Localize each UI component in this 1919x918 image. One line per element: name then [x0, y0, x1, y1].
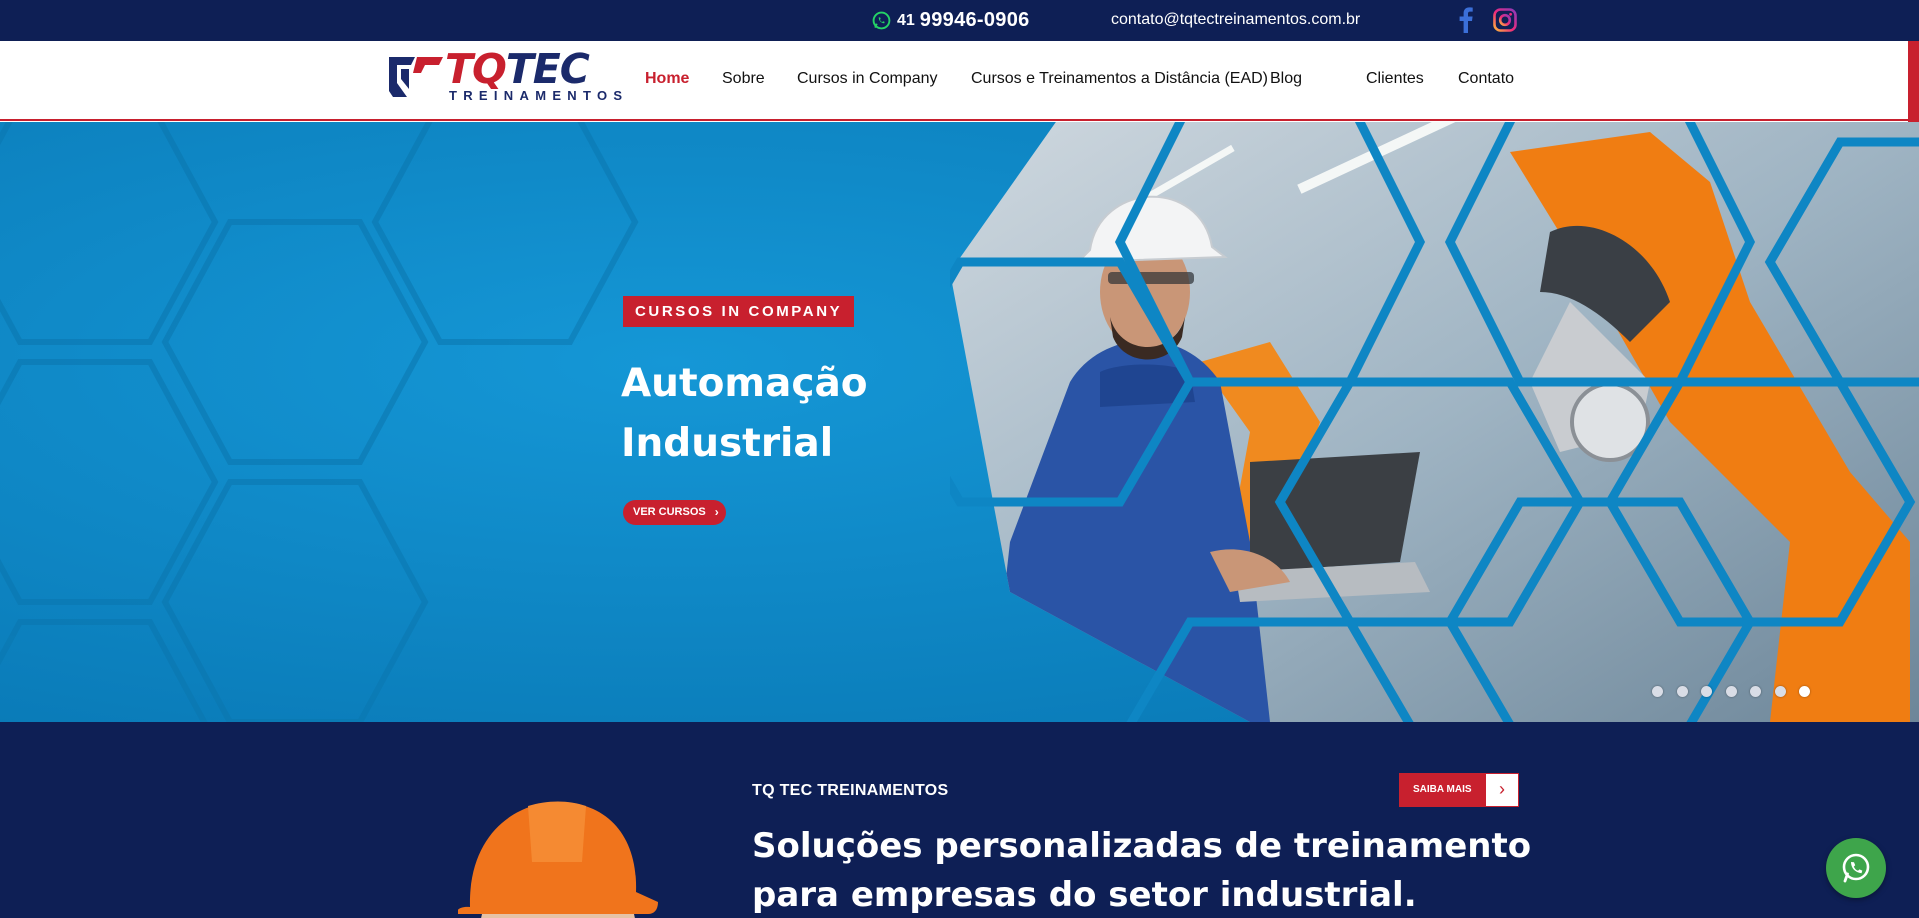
industrial-hero-image [950, 122, 1919, 722]
logo-wordmark: TQTEC [445, 45, 590, 93]
phone-link[interactable]: 41 99946-0906 [872, 9, 1030, 32]
about-headline: Soluções personalizadas de treinamento p… [752, 822, 1552, 918]
brand-logo[interactable]: TQTEC TREINAMENTOS [387, 45, 622, 105]
main-header: TQTEC TREINAMENTOS Home Sobre Cursos in … [0, 41, 1919, 121]
logo-subtitle: TREINAMENTOS [449, 88, 629, 103]
saiba-mais-label: SAIBA MAIS [1413, 784, 1472, 795]
nav-item-cursos-in-company[interactable]: Cursos in Company [797, 70, 938, 88]
ver-cursos-button[interactable]: VER CURSOS › [623, 500, 726, 525]
nav-item-contato[interactable]: Contato [1458, 70, 1514, 88]
chevron-right-icon: › [1486, 774, 1518, 806]
slider-dot[interactable] [1676, 686, 1688, 697]
nav-item-blog[interactable]: Blog [1270, 70, 1302, 88]
about-headline-line-2: para empresas do setor industrial. [752, 875, 1417, 915]
slider-dot-active[interactable] [1799, 686, 1810, 697]
ver-cursos-label: VER CURSOS [633, 506, 706, 518]
nav-item-clientes[interactable]: Clientes [1366, 70, 1424, 88]
whatsapp-float-button[interactable] [1826, 838, 1886, 898]
hero-title-line-1: Automação [621, 361, 868, 406]
hero-slider: CURSOS IN COMPANY Automação Industrial V… [0, 122, 1919, 722]
logo-wordmark-suffix: TEC [505, 45, 590, 93]
facebook-icon[interactable] [1459, 7, 1473, 33]
about-headline-line-1: Soluções personalizadas de treinamento [752, 826, 1532, 866]
hero-category-badge: CURSOS IN COMPANY [623, 296, 855, 327]
about-section: TQ TEC TREINAMENTOS SAIBA MAIS › Soluçõe… [0, 722, 1919, 918]
hardhat-worker-image [458, 801, 658, 918]
email-link[interactable]: contato@tqtectreinamentos.com.br [1111, 11, 1360, 29]
slider-pagination [1652, 686, 1824, 697]
logo-mark-icon [389, 57, 443, 97]
logo-wordmark-prefix: TQ [445, 45, 507, 93]
slider-dot[interactable] [1652, 686, 1663, 697]
chevron-right-icon: › [714, 505, 719, 519]
saiba-mais-button[interactable]: SAIBA MAIS › [1399, 773, 1519, 807]
phone-area-code: 41 [897, 11, 915, 29]
slider-dot[interactable] [1701, 686, 1712, 697]
phone-number: 99946-0906 [919, 9, 1030, 31]
hero-title-line-2: Industrial [621, 421, 834, 466]
hero-title: Automação Industrial [621, 354, 868, 474]
nav-item-sobre[interactable]: Sobre [722, 70, 765, 88]
slider-dot[interactable] [1774, 686, 1786, 697]
about-section-label: TQ TEC TREINAMENTOS [752, 782, 949, 799]
instagram-icon[interactable] [1493, 8, 1517, 32]
whatsapp-icon [872, 11, 891, 30]
nav-item-home[interactable]: Home [645, 70, 689, 88]
whatsapp-icon [1842, 853, 1870, 883]
nav-item-cursos-ead[interactable]: Cursos e Treinamentos a Distância (EAD) [971, 70, 1268, 88]
slider-dot[interactable] [1725, 686, 1737, 697]
slider-dot[interactable] [1750, 686, 1761, 697]
top-bar: 41 99946-0906 contato@tqtectreinamentos.… [0, 0, 1919, 41]
